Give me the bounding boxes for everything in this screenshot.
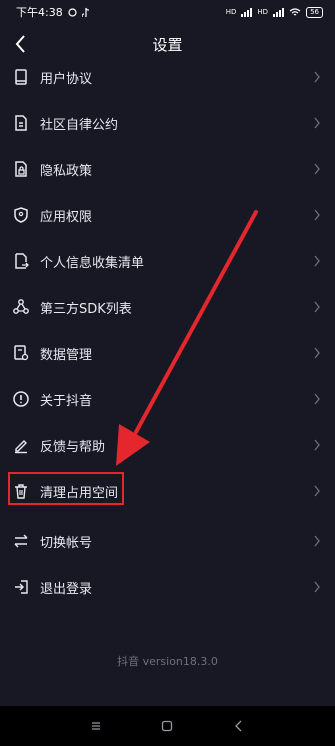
share-nodes-icon — [13, 299, 29, 314]
chevron-right-icon — [314, 581, 320, 593]
menu-item-label: 切换帐号 — [40, 535, 93, 551]
network-type-2: HD — [257, 8, 269, 16]
menu-item-label: 隐私政策 — [40, 163, 93, 179]
battery-level: 56 — [306, 6, 323, 18]
document-icon — [15, 115, 27, 131]
info-circle-icon — [13, 391, 29, 407]
menu-item-feedback[interactable]: 反馈与帮助 — [0, 422, 335, 468]
wifi-icon — [289, 7, 301, 15]
menu-item-label: 社区自律公约 — [40, 117, 119, 133]
menu-item-label: 个人信息收集清单 — [40, 255, 145, 271]
menu-item-logout[interactable]: 退出登录 — [0, 564, 335, 610]
back-arrow-icon[interactable] — [12, 32, 32, 56]
status-time-group: 下午4:38 — [16, 4, 91, 20]
chevron-right-icon — [314, 535, 320, 547]
menu-item-label: 退出登录 — [40, 581, 93, 597]
book-icon — [15, 69, 27, 85]
menu-item-label: 反馈与帮助 — [40, 439, 106, 455]
menu-item-about[interactable]: 关于抖音 — [0, 376, 335, 422]
menu-item-user-agreement[interactable]: 用户协议 — [0, 54, 335, 100]
chevron-right-icon — [314, 393, 320, 405]
tiktok-notification-icon — [81, 7, 89, 17]
chevron-right-icon — [314, 485, 320, 497]
menu-item-privacy-policy[interactable]: 隐私政策 — [0, 146, 335, 192]
menu-item-label: 应用权限 — [40, 209, 93, 225]
edit-icon — [15, 440, 27, 454]
signal-icon-2 — [273, 7, 285, 17]
menu-item-label: 关于抖音 — [40, 393, 93, 409]
status-time: 下午4:38 — [16, 6, 63, 19]
menu-item-label: 用户协议 — [40, 71, 93, 87]
menu-item-data-management[interactable]: 数据管理 — [0, 330, 335, 376]
chevron-right-icon — [314, 439, 320, 451]
chevron-right-icon — [314, 71, 320, 83]
menu-item-personal-info-list[interactable]: 个人信息收集清单 — [0, 238, 335, 284]
shield-icon — [14, 207, 28, 223]
menu-item-switch-account[interactable]: 切换帐号 — [0, 518, 335, 564]
menu-item-community-rules[interactable]: 社区自律公约 — [0, 100, 335, 146]
home-icon[interactable] — [160, 719, 174, 733]
menu-icon[interactable] — [89, 719, 103, 733]
annotation-highlight-box — [8, 472, 124, 505]
network-type: HD — [225, 8, 237, 16]
swap-icon — [14, 534, 28, 548]
chevron-right-icon — [314, 163, 320, 175]
settings-page: 下午4:38 HD HD 56 设置 用户协议 社区自律公约 隐私政策 应用权限… — [0, 0, 335, 746]
menu-item-app-permissions[interactable]: 应用权限 — [0, 192, 335, 238]
chevron-right-icon — [314, 117, 320, 129]
status-icons: HD HD 56 — [225, 6, 323, 18]
status-bar: 下午4:38 HD HD 56 — [0, 0, 335, 24]
data-settings-icon — [14, 345, 29, 361]
notification-dot-icon — [68, 7, 77, 17]
page-title: 设置 — [152, 35, 183, 54]
document-export-icon — [15, 253, 29, 269]
lock-document-icon — [15, 161, 27, 177]
menu-item-third-party-sdk[interactable]: 第三方SDK列表 — [0, 284, 335, 330]
menu-item-label: 第三方SDK列表 — [40, 301, 132, 317]
logout-icon — [15, 580, 28, 594]
chevron-right-icon — [314, 255, 320, 267]
app-version: 抖音 version18.3.0 — [117, 655, 218, 668]
back-icon[interactable] — [232, 719, 246, 733]
system-nav-bar — [0, 706, 335, 746]
menu-item-label: 数据管理 — [40, 347, 93, 363]
signal-icon — [241, 7, 253, 17]
chevron-right-icon — [314, 301, 320, 313]
chevron-right-icon — [314, 347, 320, 359]
chevron-right-icon — [314, 209, 320, 221]
